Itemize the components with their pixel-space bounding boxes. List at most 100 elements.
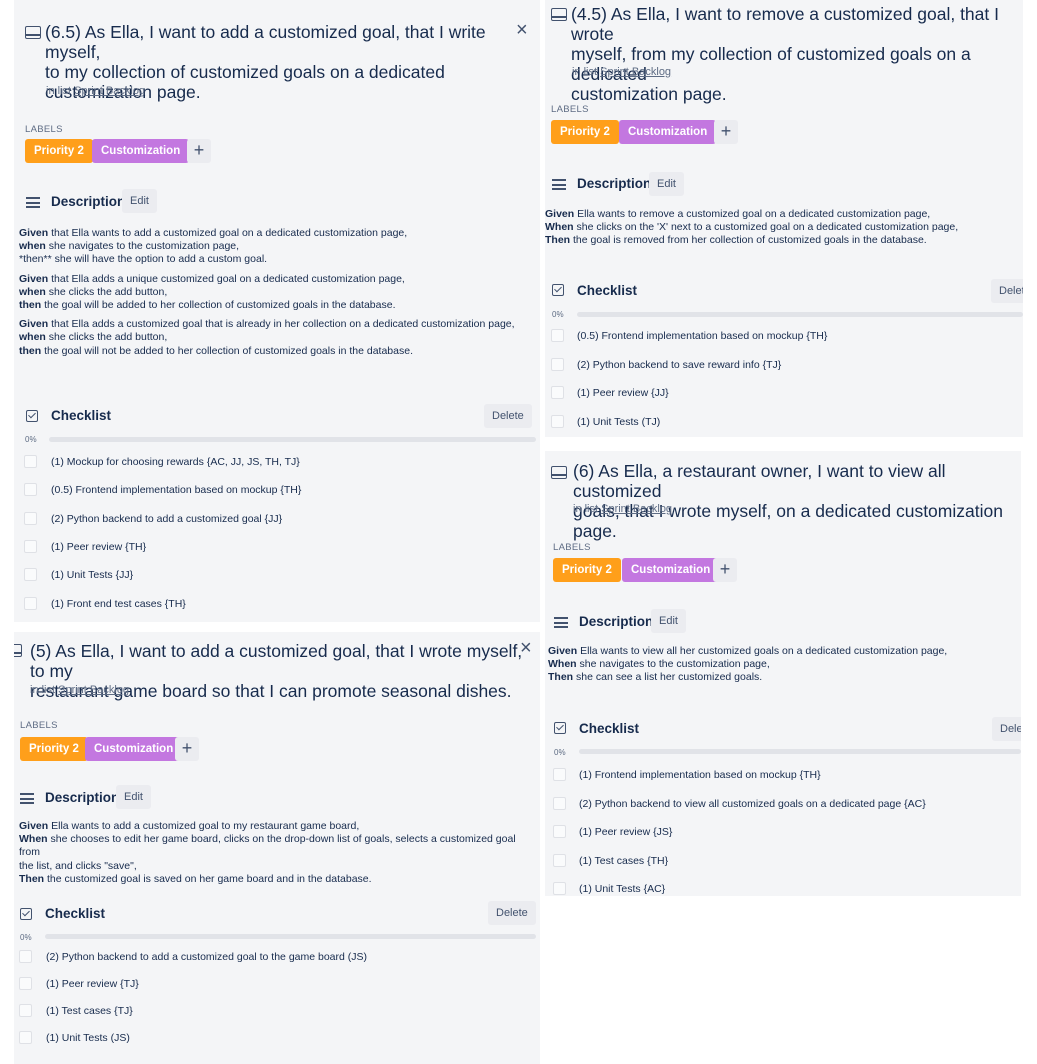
checklist-item[interactable]: (0.5) Frontend implementation based on m… [14, 482, 540, 504]
edit-description-button[interactable]: Edit [651, 609, 686, 633]
description-heading: Description [577, 176, 652, 191]
checklist-item[interactable]: (1) Unit Tests (JS) [14, 1030, 540, 1052]
checklist-item[interactable]: (2) Python backend to add a customized g… [14, 511, 540, 533]
checklist-item[interactable]: (2) Python backend to save reward info {… [545, 357, 1023, 379]
progress-bar [577, 312, 1023, 317]
checkbox[interactable] [24, 597, 37, 610]
checklist-item[interactable]: (2) Python backend to view all customize… [545, 796, 1021, 818]
card-icon [551, 8, 567, 21]
description-heading: Description [45, 790, 120, 805]
checklist-item[interactable]: (1) Unit Tests {AC} [545, 881, 1021, 896]
card-5: (5) As Ella, I want to add a customized … [14, 632, 540, 1064]
labels-heading: LABELS [20, 720, 58, 731]
label-customization[interactable]: Customization [619, 120, 717, 144]
delete-checklist-button[interactable]: Delete [488, 901, 536, 925]
card-6-5: (6.5) As Ella, I want to add a customize… [14, 0, 540, 622]
add-label-button[interactable]: + [175, 737, 199, 761]
list-link[interactable]: Sprint Backlog [601, 503, 672, 515]
checkbox[interactable] [19, 1031, 32, 1044]
list-link[interactable]: Sprint Backlog [600, 66, 671, 78]
checklist-item[interactable]: (1) Unit Tests (TJ) [545, 414, 1023, 436]
card-icon [551, 466, 567, 479]
checkbox[interactable] [24, 483, 37, 496]
checklist-heading: Checklist [579, 721, 640, 736]
labels-heading: LABELS [553, 542, 591, 553]
description-icon [554, 617, 568, 628]
edit-description-button[interactable]: Edit [649, 172, 684, 196]
list-link[interactable]: Sprint Backlog [74, 85, 145, 97]
checklist-item[interactable]: (1) Front end test cases {TH} [14, 596, 540, 618]
add-label-button[interactable]: + [713, 558, 737, 582]
checkbox[interactable] [24, 512, 37, 525]
card-icon [25, 26, 41, 39]
label-customization[interactable]: Customization [92, 139, 190, 163]
description-text: Given Ella wants to view all her customi… [548, 645, 948, 684]
checklist-item[interactable]: (1) Frontend implementation based on moc… [545, 767, 1021, 789]
card-4-5: (4.5) As Ella, I want to remove a custom… [545, 0, 1023, 437]
label-priority[interactable]: Priority 2 [20, 737, 88, 761]
checkbox[interactable] [551, 329, 564, 342]
checkbox[interactable] [19, 1004, 32, 1017]
description-heading: Description [51, 194, 126, 209]
checkbox[interactable] [24, 540, 37, 553]
checklist-item[interactable]: (1) Peer review {TJ} [14, 976, 540, 998]
card-icon [14, 644, 22, 657]
description-icon [26, 197, 40, 208]
checkbox[interactable] [19, 977, 32, 990]
checkbox[interactable] [553, 768, 566, 781]
delete-checklist-button[interactable]: Delete [484, 404, 532, 428]
checklist-icon [552, 284, 564, 296]
card-title[interactable]: (6) As Ella, a restaurant owner, I want … [573, 461, 1021, 541]
edit-description-button[interactable]: Edit [116, 785, 151, 809]
checkbox[interactable] [553, 825, 566, 838]
delete-checklist-button[interactable]: Dele [992, 717, 1021, 741]
checkbox[interactable] [553, 797, 566, 810]
progress-percent: 0% [20, 933, 32, 942]
checklist-item[interactable]: (1) Peer review {TH} [14, 539, 540, 561]
description-text: Given Ella wants to remove a customized … [545, 208, 959, 247]
label-priority[interactable]: Priority 2 [25, 139, 93, 163]
checklist-item[interactable]: (1) Peer review {JS} [545, 824, 1021, 846]
description-text: Given Ella wants to add a customized goa… [19, 820, 516, 885]
checkbox[interactable] [24, 455, 37, 468]
delete-checklist-button[interactable]: Delet [991, 279, 1023, 303]
description-icon [20, 793, 34, 804]
checklist-item[interactable]: (1) Peer review {JJ} [545, 385, 1023, 407]
progress-percent: 0% [554, 748, 566, 757]
label-customization[interactable]: Customization [85, 737, 183, 761]
checkbox[interactable] [551, 386, 564, 399]
close-icon[interactable]: × [520, 638, 532, 658]
checklist-icon [554, 722, 566, 734]
card-6: (6) As Ella, a restaurant owner, I want … [545, 451, 1021, 896]
label-customization[interactable]: Customization [622, 558, 720, 582]
checklist-item[interactable]: (1) Mockup for choosing rewards {AC, JJ,… [14, 454, 540, 476]
checkbox[interactable] [553, 854, 566, 867]
progress-percent: 0% [25, 435, 37, 444]
checkbox[interactable] [551, 358, 564, 371]
checklist-heading: Checklist [45, 906, 106, 921]
checkbox[interactable] [24, 568, 37, 581]
list-info: in list Sprint Backlog [572, 66, 672, 78]
progress-bar [45, 934, 536, 939]
close-icon[interactable]: × [516, 20, 528, 40]
labels-heading: LABELS [25, 124, 63, 135]
checkbox[interactable] [19, 950, 32, 963]
add-label-button[interactable]: + [714, 120, 738, 144]
checklist-item[interactable]: (1) Test cases {TH} [545, 853, 1021, 875]
label-priority[interactable]: Priority 2 [553, 558, 621, 582]
checklist-item[interactable]: (1) Unit Tests {JJ} [14, 567, 540, 589]
checkbox[interactable] [551, 415, 564, 428]
list-info: in list Sprint Backlog [30, 684, 130, 696]
list-link[interactable]: Sprint Backlog [58, 684, 129, 696]
add-label-button[interactable]: + [187, 139, 211, 163]
card-title[interactable]: (4.5) As Ella, I want to remove a custom… [571, 4, 1023, 104]
checklist-item[interactable]: (2) Python backend to add a customized g… [14, 949, 540, 971]
labels-heading: LABELS [551, 104, 589, 115]
label-priority[interactable]: Priority 2 [551, 120, 619, 144]
checklist-item[interactable]: (0.5) Frontend implementation based on m… [545, 328, 1023, 350]
checkbox[interactable] [553, 882, 566, 895]
progress-percent: 0% [552, 310, 564, 319]
edit-description-button[interactable]: Edit [122, 189, 157, 213]
list-info: in list Sprint Backlog [46, 85, 146, 97]
checklist-item[interactable]: (1) Test cases {TJ} [14, 1003, 540, 1025]
